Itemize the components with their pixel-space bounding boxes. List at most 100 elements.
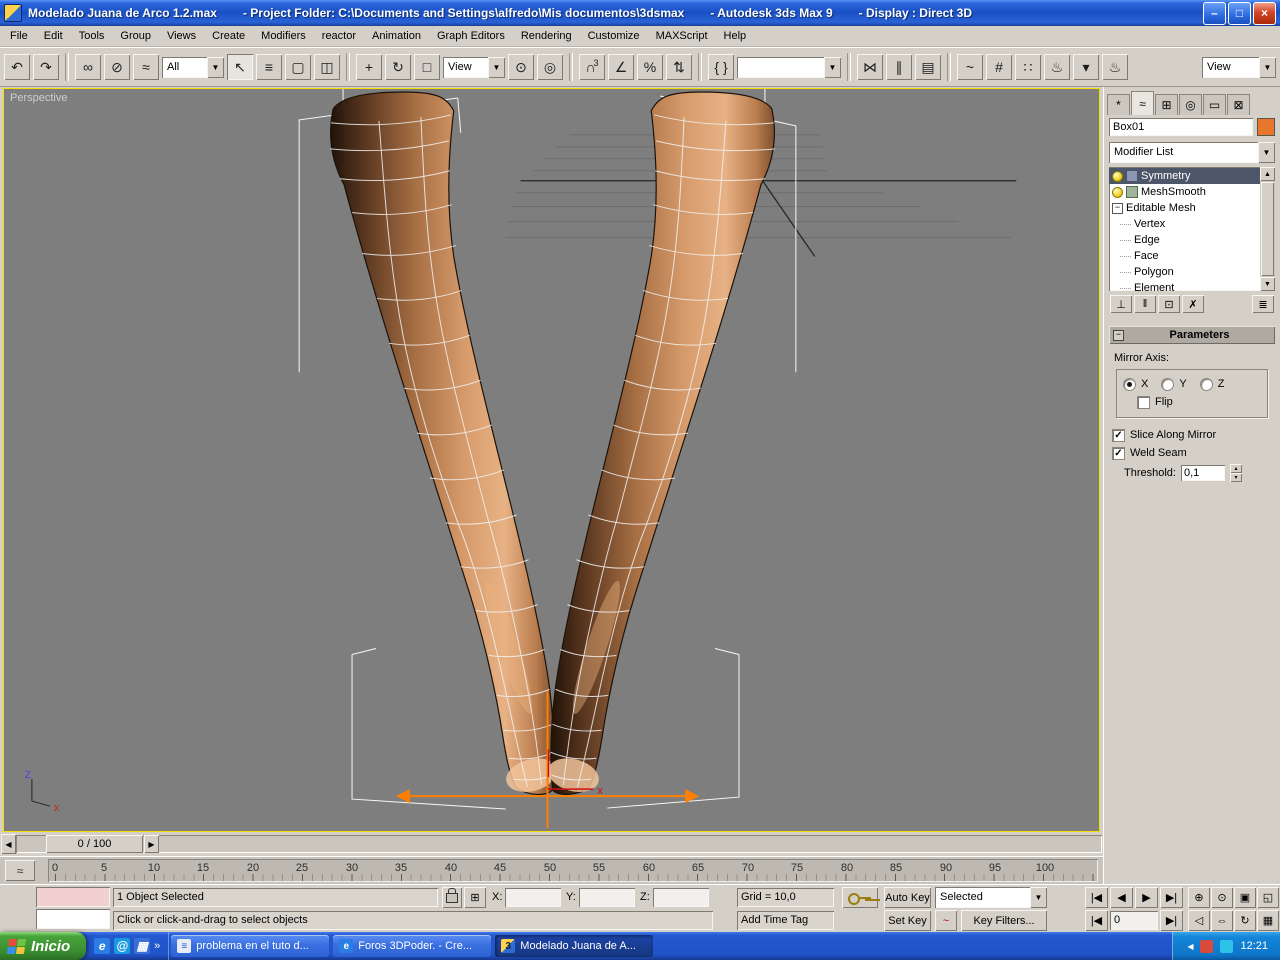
chevron-down-icon[interactable]: ▼ bbox=[1258, 142, 1275, 163]
time-slider-next-button[interactable]: ▶ bbox=[144, 835, 159, 853]
go-to-start-button[interactable]: |◀ bbox=[1085, 887, 1108, 908]
bind-to-space-warp-icon[interactable]: ≈ bbox=[133, 54, 159, 80]
play-button[interactable]: ▶ bbox=[1135, 887, 1158, 908]
scroll-up-icon[interactable]: ▲ bbox=[1260, 167, 1275, 181]
zoom-extents-icon[interactable]: ▣ bbox=[1234, 887, 1256, 908]
configure-modifier-sets-icon[interactable]: ≣ bbox=[1252, 295, 1274, 313]
scroll-down-icon[interactable]: ▼ bbox=[1260, 277, 1275, 291]
select-and-move-icon[interactable]: + bbox=[356, 54, 382, 80]
angle-snap-icon[interactable]: ∠ bbox=[608, 54, 634, 80]
mini-curve-editor-button[interactable]: ≈ bbox=[5, 860, 35, 881]
maxscript-mini-listener-white[interactable] bbox=[36, 909, 110, 929]
reference-coordinate-dropdown[interactable]: View ▼ bbox=[443, 57, 505, 78]
field-of-view-icon[interactable]: ◁ bbox=[1188, 910, 1210, 931]
maximize-viewport-toggle-icon[interactable]: ▦ bbox=[1257, 910, 1279, 931]
modifier-onoff-bulb-icon[interactable] bbox=[1112, 171, 1123, 182]
select-and-manipulate-icon[interactable]: ◎ bbox=[537, 54, 563, 80]
perspective-viewport[interactable]: Perspective bbox=[3, 88, 1100, 832]
object-name-field[interactable]: Box01 bbox=[1109, 118, 1253, 136]
x-coord-field[interactable] bbox=[505, 888, 561, 907]
restore-button[interactable]: □ bbox=[1228, 2, 1251, 25]
title-bar[interactable]: Modelado Juana de Arco 1.2.max - Project… bbox=[0, 0, 1280, 26]
undo-icon[interactable]: ↶ bbox=[4, 54, 30, 80]
named-selection-sets-icon[interactable]: { } bbox=[708, 54, 734, 80]
previous-frame-button[interactable]: ◀ bbox=[1110, 887, 1133, 908]
mail-icon[interactable]: @ bbox=[114, 938, 130, 954]
minimize-button[interactable]: – bbox=[1203, 2, 1226, 25]
use-pivot-center-icon[interactable]: ⊙ bbox=[508, 54, 534, 80]
object-color-swatch[interactable] bbox=[1257, 118, 1275, 136]
time-slider-handle[interactable]: 0 / 100 bbox=[46, 835, 143, 853]
quick-render-icon[interactable]: ♨ bbox=[1102, 54, 1128, 80]
tray-status-icon[interactable] bbox=[1200, 940, 1213, 953]
arc-rotate-icon[interactable]: ↻ bbox=[1234, 910, 1256, 931]
menu-reactor[interactable]: reactor bbox=[314, 27, 364, 45]
menu-rendering[interactable]: Rendering bbox=[513, 27, 580, 45]
taskbar-task-3-active[interactable]: 3 Modelado Juana de A... bbox=[495, 935, 653, 957]
layer-manager-icon[interactable]: ▤ bbox=[915, 54, 941, 80]
stack-scrollbar[interactable]: ▲ ▼ bbox=[1260, 167, 1275, 291]
internet-explorer-icon[interactable]: e bbox=[94, 938, 110, 954]
radio-axis-z[interactable] bbox=[1200, 378, 1213, 391]
weld-seam-checkbox[interactable]: ✓ bbox=[1112, 447, 1125, 460]
redo-icon[interactable]: ↷ bbox=[33, 54, 59, 80]
flip-checkbox[interactable] bbox=[1137, 396, 1150, 409]
chevron-down-icon[interactable]: ▼ bbox=[1259, 57, 1276, 78]
tab-modify-icon[interactable]: ≈ bbox=[1131, 91, 1154, 115]
taskbar-task-1[interactable]: ≡ problema en el tuto d... bbox=[171, 935, 329, 957]
next-key-button[interactable]: ▶| bbox=[1160, 910, 1183, 931]
time-slider-prev-button[interactable]: ◀ bbox=[1, 834, 16, 854]
threshold-spinner[interactable]: ▴ ▾ bbox=[1230, 464, 1242, 482]
rectangular-selection-region-icon[interactable]: ▢ bbox=[285, 54, 311, 80]
threshold-field[interactable]: 0,1 bbox=[1181, 465, 1225, 481]
quick-launch-chevron-icon[interactable]: » bbox=[154, 940, 160, 952]
stack-item-meshsmooth[interactable]: MeshSmooth bbox=[1109, 184, 1260, 200]
modifier-list-dropdown[interactable]: Modifier List ▼ bbox=[1109, 142, 1275, 163]
key-filters-button[interactable]: Key Filters... bbox=[961, 910, 1047, 931]
time-slider-track[interactable]: 0 / 100 ▶ bbox=[16, 835, 1102, 853]
spin-down-icon[interactable]: ▾ bbox=[1230, 473, 1242, 482]
chevron-down-icon[interactable]: ▼ bbox=[1030, 887, 1047, 908]
remove-modifier-icon[interactable]: ✗ bbox=[1182, 295, 1204, 313]
tab-display-icon[interactable]: ▭ bbox=[1203, 94, 1226, 115]
keyboard-override-toggle[interactable] bbox=[842, 887, 878, 908]
stack-subitem-polygon[interactable]: Polygon bbox=[1109, 264, 1260, 280]
key-mode-dropdown[interactable]: Selected ▼ bbox=[935, 887, 1047, 908]
select-and-scale-icon[interactable]: □ bbox=[414, 54, 440, 80]
slice-along-mirror-checkbox[interactable]: ✓ bbox=[1112, 429, 1125, 442]
radio-axis-x[interactable] bbox=[1123, 378, 1136, 391]
collapse-icon[interactable]: − bbox=[1112, 203, 1123, 214]
stack-subitem-face[interactable]: Face bbox=[1109, 248, 1260, 264]
stack-subitem-edge[interactable]: Edge bbox=[1109, 232, 1260, 248]
viewport-label[interactable]: Perspective bbox=[10, 92, 67, 104]
current-frame-field[interactable]: 0 bbox=[1110, 911, 1158, 930]
parameters-rollout-header[interactable]: − Parameters bbox=[1109, 326, 1275, 344]
y-coord-field[interactable] bbox=[579, 888, 635, 907]
time-ruler[interactable]: 0 5 10 15 20 25 30 35 40 45 50 55 60 65 … bbox=[48, 859, 1098, 882]
align-icon[interactable]: ∥ bbox=[886, 54, 912, 80]
menu-create[interactable]: Create bbox=[204, 27, 253, 45]
modifier-onoff-bulb-icon[interactable] bbox=[1112, 187, 1123, 198]
scroll-thumb[interactable] bbox=[1261, 182, 1274, 276]
pan-icon[interactable]: ⇔ bbox=[1211, 910, 1233, 931]
spin-up-icon[interactable]: ▴ bbox=[1230, 464, 1242, 473]
close-button[interactable]: × bbox=[1253, 2, 1276, 25]
schematic-view-icon[interactable]: # bbox=[986, 54, 1012, 80]
menu-tools[interactable]: Tools bbox=[71, 27, 113, 45]
zoom-icon[interactable]: ⊕ bbox=[1188, 887, 1210, 908]
select-by-name-icon[interactable]: ≡ bbox=[256, 54, 282, 80]
stack-subitem-element[interactable]: Element bbox=[1109, 280, 1260, 291]
pin-stack-icon[interactable]: ⊥ bbox=[1110, 295, 1132, 313]
render-type-icon[interactable]: ▾ bbox=[1073, 54, 1099, 80]
material-editor-icon[interactable]: ∷ bbox=[1015, 54, 1041, 80]
selection-filter-dropdown[interactable]: All ▼ bbox=[162, 57, 224, 78]
menu-maxscript[interactable]: MAXScript bbox=[648, 27, 716, 45]
select-object-icon[interactable]: ↖ bbox=[227, 54, 253, 80]
menu-edit[interactable]: Edit bbox=[36, 27, 71, 45]
percent-snap-icon[interactable]: % bbox=[637, 54, 663, 80]
spinner-snap-icon[interactable]: ⇅ bbox=[666, 54, 692, 80]
set-key-filters-curve-icon[interactable]: ~ bbox=[935, 910, 957, 931]
window-crossing-toggle-icon[interactable]: ◫ bbox=[314, 54, 340, 80]
stack-item-editable-mesh[interactable]: − Editable Mesh bbox=[1109, 200, 1260, 216]
menu-views[interactable]: Views bbox=[159, 27, 204, 45]
